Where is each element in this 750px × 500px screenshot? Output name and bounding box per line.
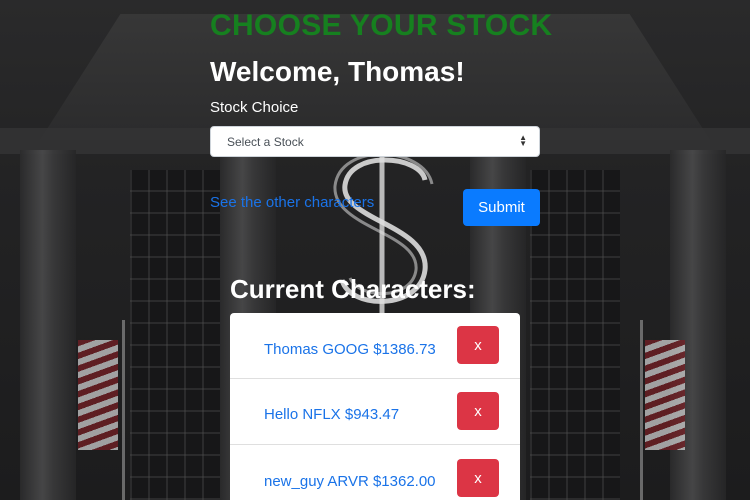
delete-character-button[interactable]: x	[457, 326, 499, 364]
character-link[interactable]: new_guy ARVR $1362.00	[264, 473, 436, 490]
chevron-up-down-icon: ▲ ▼	[519, 133, 527, 148]
flag-pole	[640, 320, 643, 500]
character-link[interactable]: Thomas GOOG $1386.73	[264, 341, 436, 358]
submit-button[interactable]: Submit	[463, 189, 540, 226]
flag	[645, 340, 685, 450]
page-title: CHOOSE YOUR STOCK	[210, 9, 553, 42]
welcome-heading: Welcome, Thomas!	[210, 56, 465, 87]
characters-list: Thomas GOOG $1386.73 x Hello NFLX $943.4…	[230, 313, 520, 500]
stock-choice-label: Stock Choice	[210, 99, 299, 116]
list-item: new_guy ARVR $1362.00 x	[230, 445, 520, 500]
list-item: Hello NFLX $943.47 x	[230, 379, 520, 445]
delete-character-button[interactable]: x	[457, 392, 499, 430]
other-characters-link[interactable]: See the other characters	[210, 194, 374, 211]
building-column	[20, 150, 76, 500]
building-window	[130, 170, 220, 500]
flag-pole	[122, 320, 125, 500]
character-link[interactable]: Hello NFLX $943.47	[264, 406, 399, 423]
building-window	[530, 170, 620, 500]
list-item: Thomas GOOG $1386.73 x	[230, 313, 520, 379]
stock-select[interactable]: Select a Stock ▲ ▼	[210, 126, 540, 157]
current-characters-heading: Current Characters:	[230, 274, 476, 304]
stock-select-value: Select a Stock	[227, 135, 304, 149]
delete-character-button[interactable]: x	[457, 459, 499, 497]
flag	[78, 340, 118, 450]
